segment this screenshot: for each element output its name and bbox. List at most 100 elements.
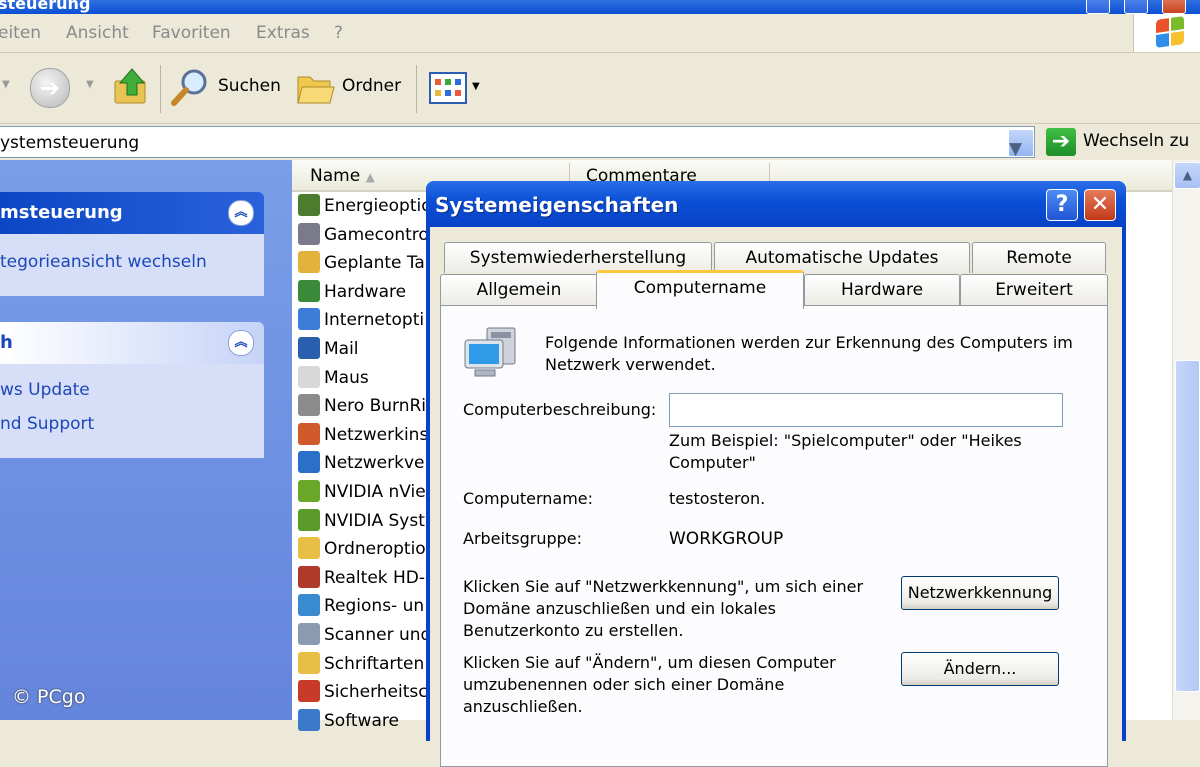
network-id-button[interactable]: Netzwerkkennung xyxy=(901,576,1059,610)
views-button[interactable]: ▼ xyxy=(428,71,486,105)
maximize-button[interactable] xyxy=(1124,0,1148,14)
forward-dropdown-icon[interactable]: ▼ xyxy=(86,79,94,90)
file-list-item[interactable]: Netzwerkve xyxy=(298,451,424,479)
file-list-item[interactable]: NVIDIA Syst xyxy=(298,508,425,537)
file-list-item-label: Netzwerkins xyxy=(324,424,429,445)
file-list-item[interactable]: Sicherheitsc xyxy=(298,680,428,708)
file-list-item[interactable]: Internetopti xyxy=(298,308,424,336)
tab-system-restore[interactable]: Systemwiederherstellung xyxy=(444,242,712,273)
close-window-button[interactable] xyxy=(1162,0,1186,14)
file-list-item-label: Netzwerkve xyxy=(324,453,425,474)
change-button[interactable]: Ändern... xyxy=(901,652,1059,686)
nvidia-view-icon xyxy=(298,480,320,502)
file-list-item-label: Realtek HD- xyxy=(324,567,426,588)
see-also-body: ws Update nd Support xyxy=(0,364,264,458)
go-button[interactable]: ➔ xyxy=(1046,128,1076,156)
dialog-title: Systemeigenschaften xyxy=(435,193,679,217)
file-list-item[interactable]: Energieoptio xyxy=(298,194,432,222)
up-folder-button[interactable] xyxy=(112,67,152,107)
sort-ascending-icon: ▲ xyxy=(365,170,375,184)
minimize-button[interactable] xyxy=(1086,0,1110,14)
file-list-item-label: NVIDIA nVie xyxy=(324,482,426,502)
help-button[interactable]: ? xyxy=(1046,189,1078,221)
file-list-item[interactable]: Scanner und xyxy=(298,623,431,651)
file-list-item[interactable]: Ordneroptio xyxy=(298,537,426,565)
scheduled-tasks-icon xyxy=(298,251,320,274)
windows-update-link[interactable]: ws Update xyxy=(0,380,90,400)
window-titlebar: steuerung xyxy=(0,0,1200,14)
chevron-down-icon: ▼ xyxy=(1009,139,1023,159)
watermark: © PCgo xyxy=(12,686,86,708)
file-list-item[interactable]: Maus xyxy=(298,365,369,394)
hardware-icon xyxy=(298,279,320,302)
scroll-thumb[interactable] xyxy=(1175,360,1200,692)
dialog-close-button[interactable]: ✕ xyxy=(1084,189,1116,221)
computer-description-input[interactable] xyxy=(669,393,1063,427)
views-dropdown-icon: ▼ xyxy=(472,81,480,92)
help-support-link[interactable]: nd Support xyxy=(0,414,94,434)
network-setup-icon xyxy=(298,422,320,445)
file-list-item[interactable]: Realtek HD- xyxy=(298,565,426,594)
file-list-item[interactable]: Nero BurnRi xyxy=(298,394,426,422)
file-list-item[interactable]: Hardware xyxy=(298,279,406,308)
file-list-item-label: Regions- un xyxy=(324,596,425,617)
go-label[interactable]: Wechseln zu xyxy=(1083,131,1189,151)
computer-name-value: testosteron. xyxy=(669,489,766,508)
file-list-item[interactable]: Software xyxy=(298,708,399,737)
menu-edit[interactable]: eiten xyxy=(0,23,41,43)
file-list-item[interactable]: Regions- un xyxy=(298,594,424,622)
control-panel-header[interactable]: msteuerung ︽ xyxy=(0,192,264,234)
switch-category-view-link[interactable]: tegorieansicht wechseln xyxy=(0,252,207,272)
folders-button[interactable]: Ordner xyxy=(296,65,406,111)
tab-automatic-updates[interactable]: Automatische Updates xyxy=(714,242,970,273)
description-label: Computerbeschreibung: xyxy=(463,400,657,419)
file-list-item-label: NVIDIA Syst xyxy=(324,510,425,531)
tab-computer-name[interactable]: Computername xyxy=(596,270,804,309)
file-list-item-label: Internetopti xyxy=(324,310,425,331)
search-button[interactable]: Suchen xyxy=(170,65,281,111)
menu-bar: eiten Ansicht Favoriten Extras ? xyxy=(0,14,1200,53)
file-list-item[interactable]: Mail xyxy=(298,337,359,365)
forward-button[interactable]: ➔ xyxy=(30,68,70,108)
menu-view[interactable]: Ansicht xyxy=(66,23,129,43)
windows-flag-icon xyxy=(1156,16,1184,48)
control-panel-body: tegorieansicht wechseln xyxy=(0,234,264,296)
see-also-header[interactable]: h ︽ xyxy=(0,322,264,364)
fonts-icon xyxy=(298,651,320,674)
file-list-item[interactable]: Geplante Ta xyxy=(298,251,425,279)
computer-name-label: Computername: xyxy=(463,489,594,508)
menu-help[interactable]: ? xyxy=(334,23,343,43)
tab-advanced[interactable]: Erweitert xyxy=(960,274,1108,305)
file-list-item-label: Gamecontro xyxy=(324,224,429,245)
address-field[interactable]: ystemsteuerung ▼ xyxy=(0,126,1035,159)
file-list-item[interactable]: Netzwerkins xyxy=(298,422,429,451)
vertical-scrollbar[interactable]: ▲ xyxy=(1172,160,1200,720)
internet-options-icon xyxy=(298,308,320,331)
workgroup-label: Arbeitsgruppe: xyxy=(463,529,582,548)
game-controller-icon xyxy=(298,222,320,245)
change-text: Klicken Sie auf "Ändern", um diesen Comp… xyxy=(463,653,836,716)
file-list-item-label: Geplante Ta xyxy=(324,253,425,274)
menu-favorites[interactable]: Favoriten xyxy=(152,23,231,43)
file-list-item-label: Maus xyxy=(324,367,369,388)
address-dropdown-button[interactable]: ▼ xyxy=(1008,129,1034,159)
scroll-up-button[interactable]: ▲ xyxy=(1174,162,1200,189)
tab-remote[interactable]: Remote xyxy=(972,242,1106,273)
collapse-chevron-icon[interactable]: ︽ xyxy=(228,200,254,226)
address-bar: ystemsteuerung ▼ ➔ Wechseln zu xyxy=(0,124,1200,160)
back-dropdown-icon[interactable]: ▼ xyxy=(2,79,10,90)
workgroup-value: WORKGROUP xyxy=(669,529,784,549)
forward-arrow-icon: ➔ xyxy=(39,74,61,102)
collapse-chevron-icon[interactable]: ︽ xyxy=(228,330,254,356)
search-icon xyxy=(171,69,207,106)
computer-name-panel: Folgende Informationen werden zur Erkenn… xyxy=(440,305,1108,767)
menu-extras[interactable]: Extras xyxy=(256,23,310,43)
tab-general[interactable]: Allgemein xyxy=(440,274,598,305)
column-name[interactable]: Name ▲ xyxy=(310,166,375,186)
tab-hardware[interactable]: Hardware xyxy=(804,274,960,305)
file-list-item[interactable]: NVIDIA nVie xyxy=(298,480,426,508)
file-list-item[interactable]: Schriftarten xyxy=(298,651,424,680)
views-grid-icon xyxy=(429,72,467,104)
file-list-item[interactable]: Gamecontro xyxy=(298,222,429,251)
system-properties-dialog: Systemeigenschaften ? ✕ Systemwiederhers… xyxy=(426,181,1126,767)
